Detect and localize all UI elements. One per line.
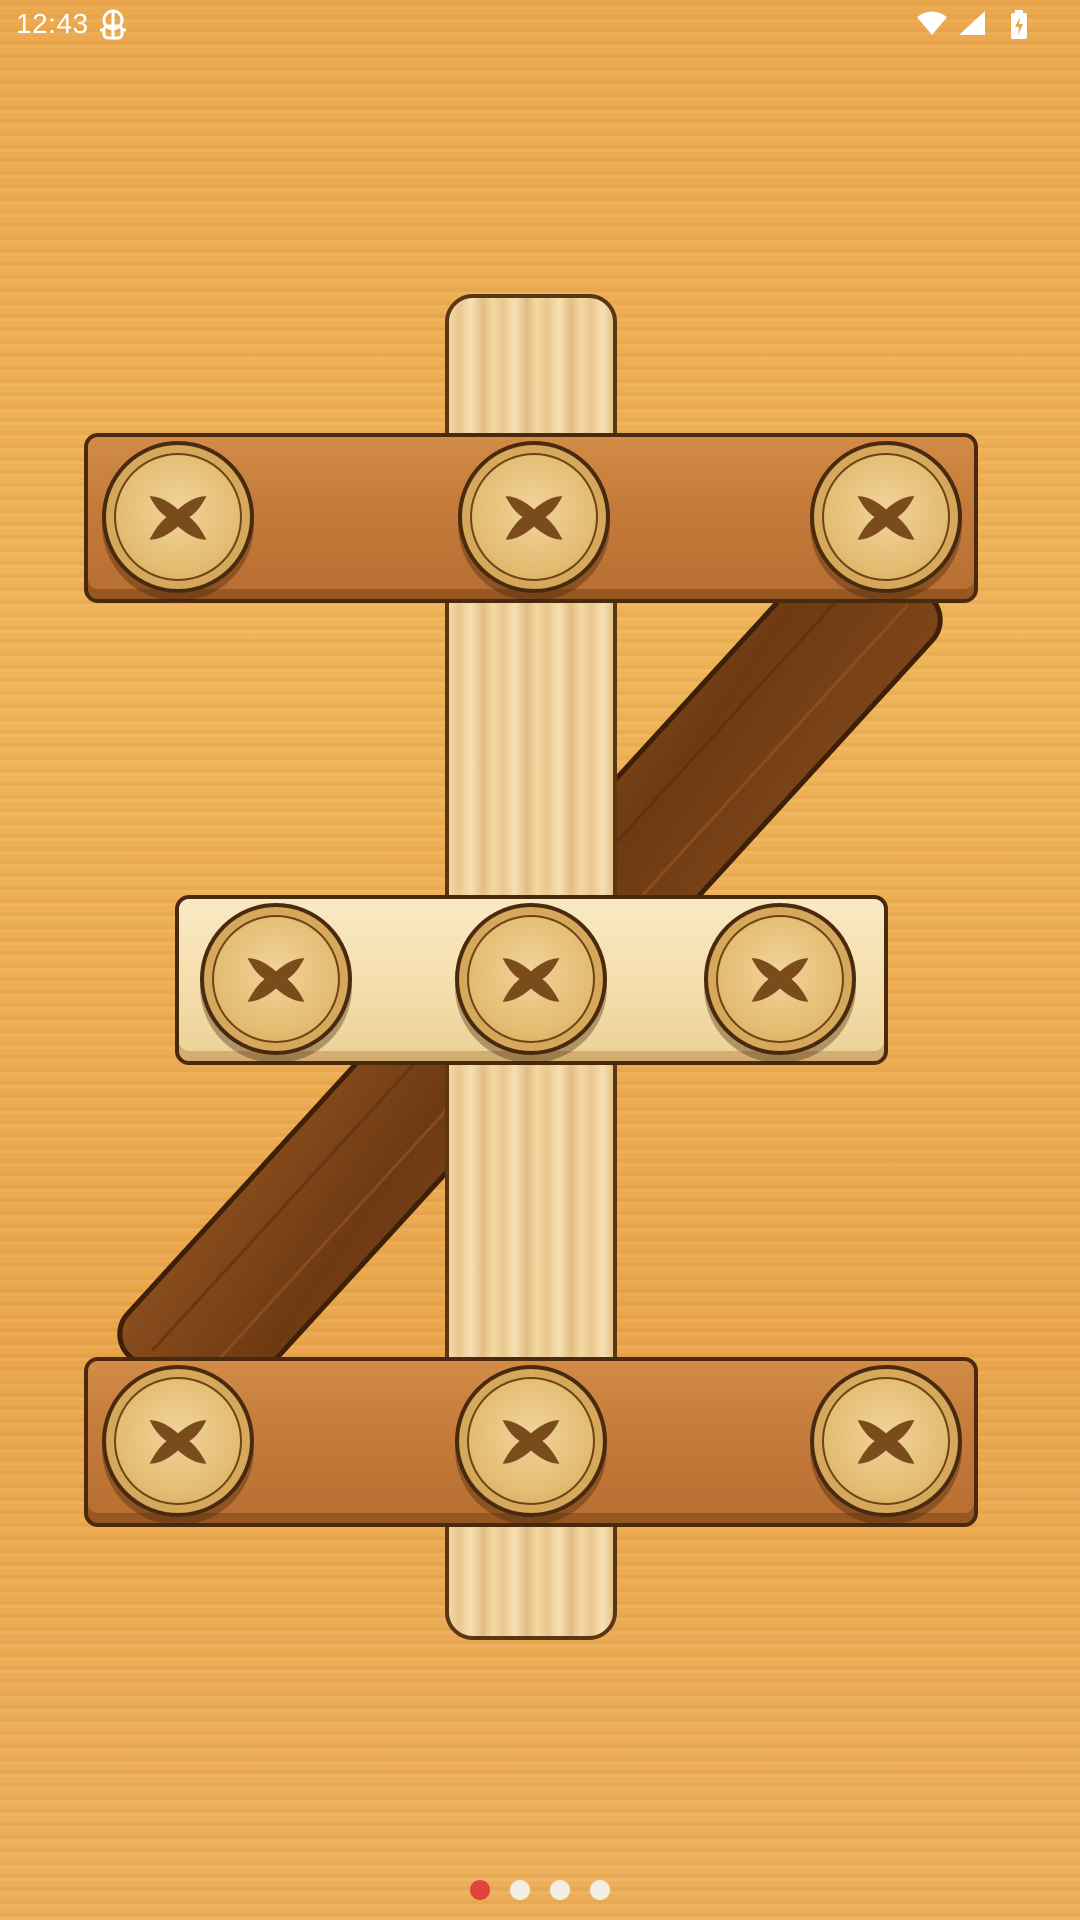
screw-bottom-center[interactable] — [455, 1365, 607, 1517]
screw-bottom-left[interactable] — [102, 1365, 254, 1517]
cross-slot-icon — [505, 496, 563, 540]
page-indicator — [0, 1876, 1080, 1906]
wifi-icon — [917, 11, 947, 35]
cross-slot-icon — [502, 958, 560, 1002]
cross-slot-icon — [247, 958, 305, 1002]
page-dot-3[interactable] — [550, 1880, 570, 1900]
screw-top-center[interactable] — [458, 441, 610, 593]
screw-middle-left[interactable] — [200, 903, 352, 1055]
status-bar: 12:43 — [0, 0, 1080, 50]
page-dot-4[interactable] — [590, 1880, 610, 1900]
cross-slot-icon — [149, 1420, 207, 1464]
cross-slot-icon — [751, 958, 809, 1002]
screw-top-left[interactable] — [102, 441, 254, 593]
screw-bottom-right[interactable] — [810, 1365, 962, 1517]
screw-middle-center[interactable] — [455, 903, 607, 1055]
cross-slot-icon — [502, 1420, 560, 1464]
status-time: 12:43 — [16, 8, 89, 39]
battery-charging-icon — [1011, 10, 1027, 39]
cross-slot-icon — [149, 496, 207, 540]
screw-top-right[interactable] — [810, 441, 962, 593]
page-dot-2[interactable] — [510, 1880, 530, 1900]
screw-middle-right[interactable] — [704, 903, 856, 1055]
page-dot-1[interactable] — [470, 1880, 490, 1900]
cellular-signal-icon — [959, 11, 985, 35]
cross-slot-icon — [857, 1420, 915, 1464]
debug-icon — [100, 9, 126, 40]
cross-slot-icon — [857, 496, 915, 540]
